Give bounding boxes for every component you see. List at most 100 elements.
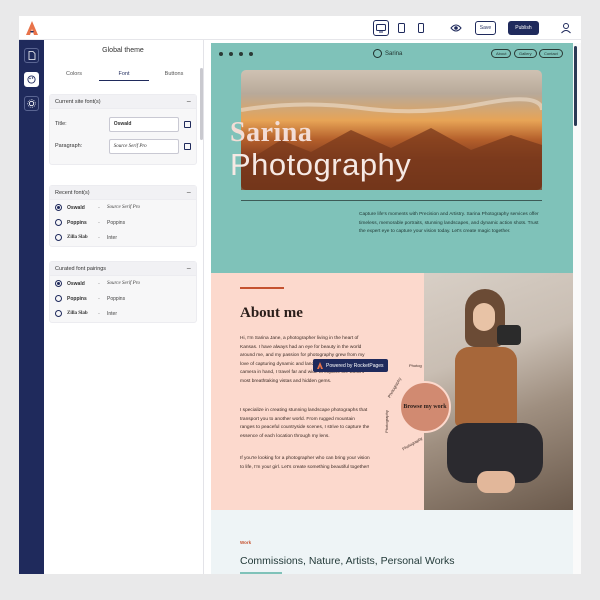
curated-font-row[interactable]: Zilla Slab - Inter [50, 306, 196, 321]
recent-fonts-header[interactable]: Recent font(s) − [50, 186, 196, 200]
pair-dash: - [98, 280, 100, 287]
work-section[interactable]: Work Commissions, Nature, Artists, Perso… [211, 510, 573, 574]
hero-divider [241, 200, 542, 201]
circular-text: Photography [386, 376, 403, 399]
title-font-label: Title: [55, 121, 67, 127]
about-accent-line [240, 287, 284, 289]
curated-font-row[interactable]: Oswald - Source Serif Pro [50, 276, 196, 291]
tab-colors[interactable]: Colors [49, 67, 99, 81]
camera-icon [497, 325, 521, 345]
panel-title: Global theme [102, 47, 144, 54]
browse-work-badge[interactable]: Browse my work [399, 381, 451, 433]
nav-gallery[interactable]: Gallery [514, 49, 537, 58]
preview-scrollbar-thumb[interactable] [574, 46, 577, 126]
pair-body-font: Inter [107, 234, 118, 241]
work-title: Commissions, Nature, Artists, Personal W… [240, 555, 455, 567]
nav-contact[interactable]: Contact [539, 49, 563, 58]
pair-title-font: Oswald [67, 204, 85, 211]
top-toolbar: Save Publish [19, 16, 581, 40]
work-accent-line [240, 572, 282, 574]
global-theme-panel: Global theme Colors Font Buttons Current… [44, 40, 204, 574]
portrait-face [473, 303, 495, 331]
app-window: Save Publish Global theme Colors Font Bu… [19, 16, 581, 574]
curated-font-row[interactable]: Poppins - Poppins [50, 291, 196, 306]
pair-dash: - [98, 219, 100, 226]
curated-fonts-heading: Curated font pairings [55, 265, 107, 272]
paragraph-font-field: Paragraph: Source Serif Pro [50, 135, 196, 157]
theme-rail-button[interactable] [24, 72, 39, 87]
app-logo-icon[interactable] [26, 21, 38, 35]
tablet-view-button[interactable] [393, 20, 409, 36]
edit-paragraph-font-icon[interactable] [184, 142, 191, 150]
publish-button[interactable]: Publish [508, 21, 539, 35]
hero-section[interactable]: Sarina About Gallery Contact Sarina Phot… [211, 43, 573, 273]
pair-dash: - [98, 234, 100, 241]
powered-by-badge[interactable]: Powered by RocketPages [313, 359, 388, 372]
font-pair-radio[interactable] [55, 280, 62, 287]
mobile-icon [418, 23, 424, 33]
hero-description: Capture life's moments with Precision an… [359, 212, 539, 234]
pair-title-font: Zilla Slab [67, 235, 88, 240]
site-brand[interactable]: Sarina [373, 49, 402, 58]
font-pair-radio[interactable] [55, 219, 62, 226]
pair-body-font: Poppins [107, 219, 126, 226]
tablet-icon [397, 23, 405, 33]
dribbble-icon[interactable] [239, 52, 243, 56]
font-pair-radio[interactable] [55, 295, 62, 302]
instagram-icon[interactable] [249, 52, 253, 56]
pair-title-font: Poppins [67, 295, 87, 302]
current-fonts-header[interactable]: Current site font(s) − [50, 95, 196, 109]
font-pair-radio[interactable] [55, 204, 62, 211]
nav-about[interactable]: About [491, 49, 512, 58]
about-section[interactable]: About me Hi, I'm Sarina Jane, a photogra… [211, 273, 573, 510]
paragraph-font-input[interactable]: Source Serif Pro [108, 138, 180, 154]
page-icon [28, 51, 35, 60]
collapse-icon[interactable]: − [186, 97, 191, 106]
left-icon-rail [19, 40, 44, 574]
twitter-icon[interactable] [219, 52, 223, 56]
about-paragraph-3: If you're looking for a photographer who… [240, 456, 370, 470]
user-account-icon[interactable] [560, 21, 572, 35]
linkedin-icon[interactable] [229, 52, 233, 56]
pair-title-font: Poppins [67, 219, 87, 226]
collapse-icon[interactable]: − [186, 264, 191, 273]
title-font-input[interactable]: Oswald [108, 116, 180, 132]
circular-text: Photog [409, 363, 422, 368]
preview-eye-icon[interactable] [450, 21, 462, 35]
recent-font-row[interactable]: Oswald - Source Serif Pro [50, 200, 196, 215]
hero-title-line-2: Photography [230, 147, 412, 182]
site-nav: Sarina About Gallery Contact [211, 43, 573, 65]
font-pair-radio[interactable] [55, 310, 62, 317]
pair-dash: - [98, 310, 100, 317]
title-font-field: Title: Oswald [50, 113, 196, 135]
about-paragraph-2: I specialize in creating stunning landsc… [240, 408, 370, 439]
pair-body-font: Poppins [107, 295, 126, 302]
recent-fonts-card: Recent font(s) − Oswald - Source Serif P… [49, 185, 197, 247]
curated-fonts-header[interactable]: Curated font pairings − [50, 262, 196, 276]
current-fonts-card: Current site font(s) − Title: Oswald Par… [49, 94, 197, 165]
mobile-view-button[interactable] [413, 20, 429, 36]
pair-title-font: Zilla Slab [67, 311, 88, 316]
powered-by-label: Powered by RocketPages [326, 362, 384, 369]
theme-tabs: Colors Font Buttons [49, 67, 199, 81]
tab-font[interactable]: Font [99, 67, 149, 81]
save-button[interactable]: Save [475, 21, 496, 35]
site-preview[interactable]: Sarina About Gallery Contact Sarina Phot… [211, 43, 573, 574]
collapse-icon[interactable]: − [186, 188, 191, 197]
desktop-view-button[interactable] [373, 20, 389, 36]
font-pair-radio[interactable] [55, 234, 62, 241]
desktop-icon [376, 23, 386, 32]
portrait-feet [477, 471, 515, 493]
edit-title-font-icon[interactable] [184, 120, 191, 128]
about-title: About me [240, 305, 303, 321]
tab-buttons[interactable]: Buttons [149, 67, 199, 81]
rocketpages-logo-icon [317, 362, 323, 369]
pages-rail-button[interactable] [24, 48, 39, 63]
panel-scrollbar[interactable] [200, 68, 203, 140]
pair-title-font: Oswald [67, 280, 85, 287]
recent-font-row[interactable]: Poppins - Poppins [50, 215, 196, 230]
recent-font-row[interactable]: Zilla Slab - Inter [50, 230, 196, 245]
pair-body-font: Source Serif Pro [107, 281, 140, 286]
settings-rail-button[interactable] [24, 96, 39, 111]
curated-fonts-card: Curated font pairings − Oswald - Source … [49, 261, 197, 323]
